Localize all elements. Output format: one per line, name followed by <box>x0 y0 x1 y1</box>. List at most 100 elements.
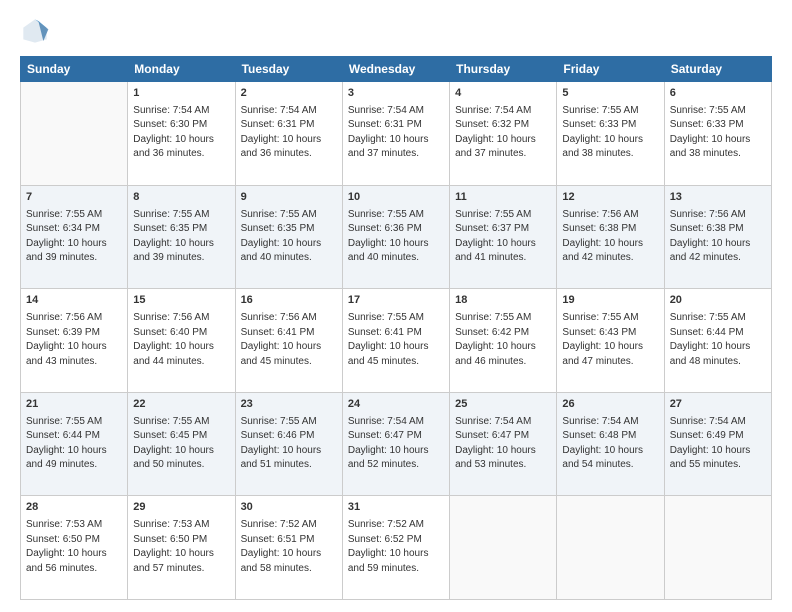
daylight-text: Daylight: 10 hours and 36 minutes. <box>133 134 214 160</box>
sunrise-text: Sunrise: 7:55 AM <box>455 209 531 220</box>
daylight-text: Daylight: 10 hours and 56 minutes. <box>26 548 107 574</box>
calendar-cell: 5Sunrise: 7:55 AMSunset: 6:33 PMDaylight… <box>557 82 664 186</box>
calendar-cell: 22Sunrise: 7:55 AMSunset: 6:45 PMDayligh… <box>128 392 235 496</box>
daylight-text: Daylight: 10 hours and 36 minutes. <box>241 134 322 160</box>
sunset-text: Sunset: 6:41 PM <box>348 327 422 338</box>
daylight-text: Daylight: 10 hours and 44 minutes. <box>133 341 214 367</box>
day-number: 10 <box>348 190 444 206</box>
calendar-cell: 8Sunrise: 7:55 AMSunset: 6:35 PMDaylight… <box>128 185 235 289</box>
sunset-text: Sunset: 6:32 PM <box>455 119 529 130</box>
daylight-text: Daylight: 10 hours and 59 minutes. <box>348 548 429 574</box>
sunrise-text: Sunrise: 7:55 AM <box>562 105 638 116</box>
day-header-thursday: Thursday <box>450 57 557 82</box>
sunrise-text: Sunrise: 7:56 AM <box>562 209 638 220</box>
header <box>20 16 772 46</box>
calendar-cell: 2Sunrise: 7:54 AMSunset: 6:31 PMDaylight… <box>235 82 342 186</box>
daylight-text: Daylight: 10 hours and 46 minutes. <box>455 341 536 367</box>
daylight-text: Daylight: 10 hours and 52 minutes. <box>348 445 429 471</box>
sunrise-text: Sunrise: 7:55 AM <box>562 312 638 323</box>
calendar-cell: 11Sunrise: 7:55 AMSunset: 6:37 PMDayligh… <box>450 185 557 289</box>
sunset-text: Sunset: 6:34 PM <box>26 223 100 234</box>
sunset-text: Sunset: 6:38 PM <box>562 223 636 234</box>
day-header-tuesday: Tuesday <box>235 57 342 82</box>
day-number: 19 <box>562 293 658 309</box>
day-number: 28 <box>26 500 122 516</box>
calendar-cell: 23Sunrise: 7:55 AMSunset: 6:46 PMDayligh… <box>235 392 342 496</box>
sunrise-text: Sunrise: 7:55 AM <box>26 416 102 427</box>
week-row-1: 1 Sunrise: 7:54 AM Sunset: 6:30 PM Daylight… <box>21 82 772 186</box>
sunrise-text: Sunrise: 7:52 AM <box>348 519 424 530</box>
sunrise-text: Sunrise: 7:54 AM <box>670 416 746 427</box>
daylight-text: Daylight: 10 hours and 48 minutes. <box>670 341 751 367</box>
sunset-text: Sunset: 6:49 PM <box>670 430 744 441</box>
day-number: 6 <box>670 86 766 102</box>
logo <box>20 16 54 46</box>
daylight-text: Daylight: 10 hours and 42 minutes. <box>562 238 643 264</box>
daylight-text: Daylight: 10 hours and 39 minutes. <box>133 238 214 264</box>
sunset-text: Sunset: 6:45 PM <box>133 430 207 441</box>
calendar-cell: 24Sunrise: 7:54 AMSunset: 6:47 PMDayligh… <box>342 392 449 496</box>
sunset-text: Sunset: 6:33 PM <box>670 119 744 130</box>
day-number: 21 <box>26 397 122 413</box>
daylight-text: Daylight: 10 hours and 41 minutes. <box>455 238 536 264</box>
sunset-text: Sunset: 6:38 PM <box>670 223 744 234</box>
calendar-cell: 25Sunrise: 7:54 AMSunset: 6:47 PMDayligh… <box>450 392 557 496</box>
daylight-text: Daylight: 10 hours and 53 minutes. <box>455 445 536 471</box>
daylight-text: Daylight: 10 hours and 49 minutes. <box>26 445 107 471</box>
calendar-cell: 15Sunrise: 7:56 AMSunset: 6:40 PMDayligh… <box>128 289 235 393</box>
daylight-text: Daylight: 10 hours and 37 minutes. <box>455 134 536 160</box>
sunrise-text: Sunrise: 7:56 AM <box>26 312 102 323</box>
day-number: 30 <box>241 500 337 516</box>
sunrise-text: Sunrise: 7:54 AM <box>455 416 531 427</box>
day-number: 31 <box>348 500 444 516</box>
day-number: 17 <box>348 293 444 309</box>
calendar-cell: 6Sunrise: 7:55 AMSunset: 6:33 PMDaylight… <box>664 82 771 186</box>
daylight-text: Daylight: 10 hours and 47 minutes. <box>562 341 643 367</box>
sunrise-text: Sunrise: 7:55 AM <box>348 312 424 323</box>
sunset-text: Sunset: 6:40 PM <box>133 327 207 338</box>
daylight-text: Daylight: 10 hours and 57 minutes. <box>133 548 214 574</box>
sunset-text: Sunset: 6:43 PM <box>562 327 636 338</box>
calendar-cell: 31Sunrise: 7:52 AMSunset: 6:52 PMDayligh… <box>342 496 449 600</box>
calendar-cell: 13Sunrise: 7:56 AMSunset: 6:38 PMDayligh… <box>664 185 771 289</box>
sunrise-text: Sunrise: 7:56 AM <box>133 312 209 323</box>
day-number: 25 <box>455 397 551 413</box>
sunset-text: Sunset: 6:42 PM <box>455 327 529 338</box>
day-number: 26 <box>562 397 658 413</box>
sunset-text: Sunset: 6:30 PM <box>133 119 207 130</box>
daylight-text: Daylight: 10 hours and 38 minutes. <box>670 134 751 160</box>
day-header-wednesday: Wednesday <box>342 57 449 82</box>
sunset-text: Sunset: 6:39 PM <box>26 327 100 338</box>
calendar-cell: 27Sunrise: 7:54 AMSunset: 6:49 PMDayligh… <box>664 392 771 496</box>
day-header-sunday: Sunday <box>21 57 128 82</box>
calendar-cell: 7Sunrise: 7:55 AMSunset: 6:34 PMDaylight… <box>21 185 128 289</box>
day-number: 18 <box>455 293 551 309</box>
sunrise-text: Sunrise: 7:54 AM <box>133 105 209 116</box>
daylight-text: Daylight: 10 hours and 51 minutes. <box>241 445 322 471</box>
sunset-text: Sunset: 6:31 PM <box>241 119 315 130</box>
day-number: 5 <box>562 86 658 102</box>
daylight-text: Daylight: 10 hours and 50 minutes. <box>133 445 214 471</box>
day-number: 4 <box>455 86 551 102</box>
calendar-cell: 10Sunrise: 7:55 AMSunset: 6:36 PMDayligh… <box>342 185 449 289</box>
sunrise-text: Sunrise: 7:56 AM <box>670 209 746 220</box>
sunrise-text: Sunrise: 7:55 AM <box>241 209 317 220</box>
calendar-cell: 26Sunrise: 7:54 AMSunset: 6:48 PMDayligh… <box>557 392 664 496</box>
daylight-text: Daylight: 10 hours and 43 minutes. <box>26 341 107 367</box>
sunrise-text: Sunrise: 7:53 AM <box>26 519 102 530</box>
day-number: 1 <box>133 86 229 102</box>
sunrise-text: Sunrise: 7:53 AM <box>133 519 209 530</box>
page: SundayMondayTuesdayWednesdayThursdayFrid… <box>0 0 792 612</box>
daylight-text: Daylight: 10 hours and 45 minutes. <box>348 341 429 367</box>
sunset-text: Sunset: 6:41 PM <box>241 327 315 338</box>
sunset-text: Sunset: 6:46 PM <box>241 430 315 441</box>
calendar-cell: 3Sunrise: 7:54 AMSunset: 6:31 PMDaylight… <box>342 82 449 186</box>
sunset-text: Sunset: 6:44 PM <box>670 327 744 338</box>
calendar-cell: 21Sunrise: 7:55 AMSunset: 6:44 PMDayligh… <box>21 392 128 496</box>
calendar-cell: 12Sunrise: 7:56 AMSunset: 6:38 PMDayligh… <box>557 185 664 289</box>
week-row-2: 7Sunrise: 7:55 AMSunset: 6:34 PMDaylight… <box>21 185 772 289</box>
logo-icon <box>20 16 50 46</box>
day-number: 23 <box>241 397 337 413</box>
daylight-text: Daylight: 10 hours and 37 minutes. <box>348 134 429 160</box>
calendar-cell: 14Sunrise: 7:56 AMSunset: 6:39 PMDayligh… <box>21 289 128 393</box>
